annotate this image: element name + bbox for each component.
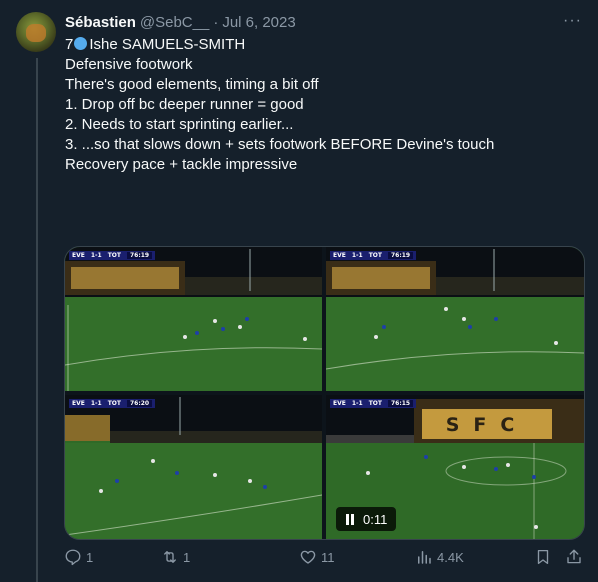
author-name[interactable]: Sébastien bbox=[65, 14, 136, 31]
tweet-line: 3. ...so that slows down + sets footwork… bbox=[65, 136, 495, 153]
like-button[interactable]: 11 bbox=[299, 548, 335, 566]
scoreboard: EVE 1-1 TOT 76:19 bbox=[69, 251, 156, 260]
action-bar: 1 1 11 4.4K bbox=[64, 548, 584, 570]
tweet-text: 7 Ishe SAMUELS-SMITH Defensive footwork T… bbox=[65, 35, 580, 175]
video-duration-badge[interactable]: 0:11 bbox=[336, 507, 396, 531]
thread-line bbox=[36, 58, 38, 582]
video-quadrant: EVE 1-1 TOT 76:20 bbox=[65, 395, 322, 539]
analytics-icon bbox=[418, 551, 431, 564]
blue-circle-icon bbox=[74, 37, 88, 50]
tweet-line: 2. Needs to start sprinting earlier... bbox=[65, 116, 294, 133]
repost-count: 1 bbox=[183, 549, 191, 565]
video-duration: 0:11 bbox=[363, 511, 388, 527]
views-button[interactable]: 4.4K bbox=[415, 548, 464, 566]
bookmark-icon bbox=[537, 549, 549, 565]
tweet-line: Defensive footwork bbox=[65, 56, 193, 73]
like-count: 11 bbox=[321, 549, 335, 565]
avatar[interactable] bbox=[16, 12, 56, 52]
tweet-date[interactable]: Jul 6, 2023 bbox=[222, 14, 295, 31]
stand-lettering: SFC bbox=[446, 414, 529, 436]
heart-icon bbox=[300, 550, 316, 564]
bookmark-button[interactable] bbox=[534, 548, 552, 566]
scoreboard: EVE 1-1 TOT 76:15 bbox=[330, 399, 417, 408]
author-handle[interactable]: @SebC__ bbox=[140, 14, 209, 31]
tweet-line: Recovery pace + tackle impressive bbox=[65, 156, 298, 173]
video-quadrant: EVE 1-1 TOT 76:19 bbox=[65, 247, 322, 391]
view-count: 4.4K bbox=[437, 549, 464, 565]
scoreboard: EVE 1-1 TOT 76:19 bbox=[330, 251, 417, 260]
tweet-line: There's good elements, timing a bit off bbox=[65, 76, 319, 93]
scoreboard: EVE 1-1 TOT 76:20 bbox=[69, 399, 156, 408]
repost-button[interactable]: 1 bbox=[161, 548, 190, 566]
share-button[interactable] bbox=[565, 548, 583, 566]
reply-count: 1 bbox=[86, 549, 94, 565]
separator-dot: · bbox=[213, 13, 219, 31]
tweet-line: 7 Ishe SAMUELS-SMITH bbox=[65, 36, 246, 53]
tweet-line: 1. Drop off bc deeper runner = good bbox=[65, 96, 304, 113]
reply-icon bbox=[65, 549, 81, 566]
reply-button[interactable]: 1 bbox=[64, 548, 93, 566]
pause-icon[interactable] bbox=[345, 513, 357, 525]
more-options-icon[interactable]: ··· bbox=[563, 12, 582, 30]
repost-icon bbox=[164, 551, 176, 563]
video-quadrant: EVE 1-1 TOT 76:19 bbox=[326, 247, 584, 391]
video-media[interactable]: EVE 1-1 TOT 76:19 EVE 1-1 TOT 76:19 EVE … bbox=[64, 246, 585, 540]
tweet-header: Sébastien @SebC__ · Jul 6, 2023 ··· bbox=[65, 12, 582, 32]
share-icon bbox=[567, 549, 581, 564]
